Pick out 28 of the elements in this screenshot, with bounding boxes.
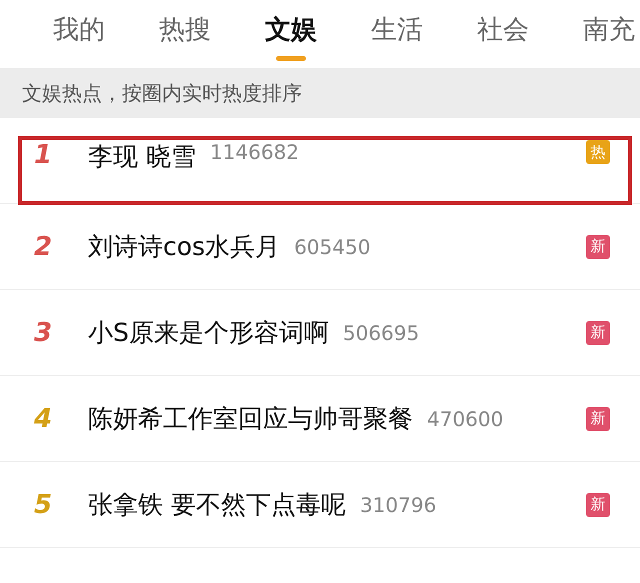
status-badge: 新 [586,492,610,516]
notice-text: 文娱热点，按圈内实时热度排序 [22,80,302,106]
category-tab[interactable]: 热搜 [159,12,211,48]
category-tab[interactable]: 文娱 [265,12,317,48]
status-badge: 新 [586,320,610,344]
topic-title[interactable]: 张拿铁 要不然下点毒呢 [88,488,346,521]
status-badge: 热 [586,140,610,164]
topic-title[interactable]: 小S原来是个形容词啊 [88,316,329,349]
heat-count: 506695 [342,320,420,344]
heat-count: 310796 [360,492,436,516]
topic-title[interactable]: 刘诗诗cos水兵月 [88,230,280,263]
category-tab[interactable]: 我的 [53,12,105,48]
heat-count: 1146682 [210,140,300,164]
topic-title[interactable]: 李现 晓雪 [88,140,196,173]
status-badge: 新 [586,406,610,430]
heat-count: 605450 [294,234,370,258]
active-tab-indicator [276,56,306,61]
rank-number: 2 [32,232,54,262]
heat-count: 470600 [427,406,504,430]
category-tab[interactable]: 生活 [371,12,423,48]
rank-number: 3 [32,318,54,348]
rank-number: 1 [32,140,54,170]
rank-number: 5 [32,490,54,520]
category-tab[interactable]: 社会 [477,12,529,48]
status-badge: 新 [586,234,610,258]
topic-title[interactable]: 陈妍希工作室回应与帅哥聚餐 [88,402,413,435]
category-tab[interactable]: 南充 [583,12,635,48]
rank-number: 4 [32,404,54,434]
